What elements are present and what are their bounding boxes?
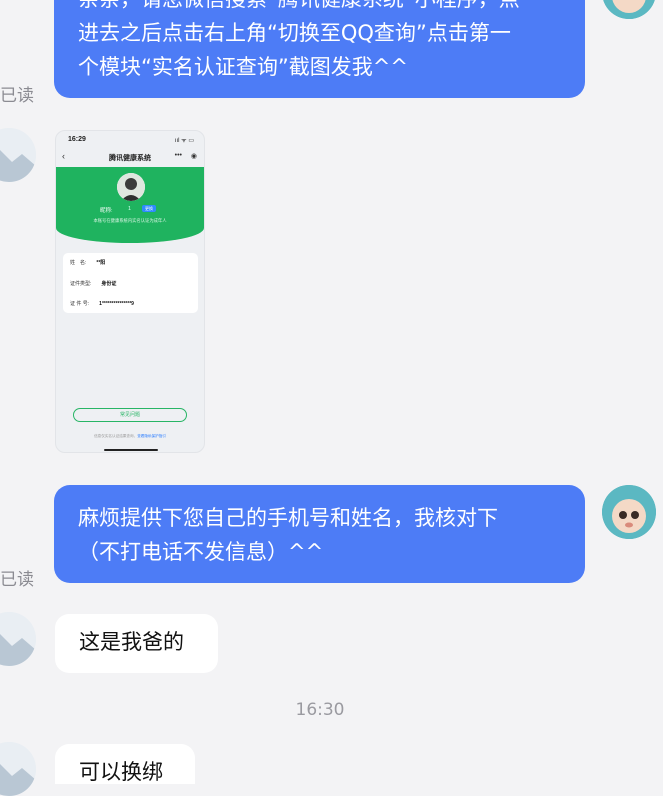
timestamp-divider: 16:30 — [295, 700, 345, 720]
cartoon-avatar-icon — [602, 485, 656, 539]
more-dots-icon: ••• — [174, 152, 182, 159]
banner-description: 本账号在健康系统内实名认证为成年人 — [93, 218, 167, 223]
mountain-avatar-icon — [0, 128, 36, 182]
message-text-line: 麻烦提供下您自己的手机号和姓名，我核对下 — [78, 506, 498, 530]
nickname-value: 1 — [128, 206, 132, 212]
message-text-line: 亲亲，请您微信搜索“腾讯健康系统”小程序，点 — [78, 0, 561, 16]
mountain-avatar-icon — [0, 742, 36, 796]
message-text-line: （不打电话不发信息）^^ — [78, 540, 324, 564]
outgoing-message-bubble[interactable]: 麻烦提供下您自己的手机号和姓名，我核对下 （不打电话不发信息）^^ — [54, 485, 585, 583]
read-status: 已读 — [0, 86, 34, 106]
field-row: 证 件 号: 1***************9 — [70, 300, 134, 307]
message-text-line: 个模块“实名认证查询”截图发我^^ — [78, 55, 408, 79]
status-icons: ııl ᯤ ▭ — [174, 138, 194, 144]
image-message-screenshot[interactable]: 16:29 ııl ᯤ ▭ ‹ 腾讯健康系统 ••• ◉ 昵称: 1 更换 本账… — [55, 130, 205, 453]
footer-note: 信息仅实名认证结果查询，查看隐私保护指引 — [56, 434, 204, 439]
nickname-label: 昵称: — [100, 208, 113, 214]
field-value: **阳 — [96, 260, 106, 266]
message-text: 这是我爸的 — [79, 630, 184, 654]
my-avatar[interactable] — [602, 485, 656, 539]
field-row: 姓 名: **阳 — [70, 259, 105, 266]
info-card: 姓 名: **阳 证件类型: 身份证 证 件 号: 1***************9 — [63, 253, 198, 313]
mini-app-nav: ‹ 腾讯健康系统 ••• ◉ — [56, 151, 204, 167]
message-text-line: 进去之后点击右上角“切换至QQ查询”点击第一 — [78, 21, 511, 45]
read-status: 已读 — [0, 570, 34, 590]
person-photo-icon — [117, 173, 145, 201]
status-time: 16:29 — [68, 136, 86, 143]
field-label: 证件类型: — [70, 281, 92, 287]
faq-label: 常见问题 — [119, 412, 140, 418]
outgoing-message-bubble[interactable]: 亲亲，请您微信搜索“腾讯健康系统”小程序，点 进去之后点击右上角“切换至QQ查询… — [54, 0, 585, 98]
change-badge: 更换 — [142, 205, 156, 212]
profile-photo — [117, 173, 145, 201]
field-label: 姓 名: — [70, 260, 87, 266]
incoming-message-bubble[interactable]: 这是我爸的 — [55, 614, 218, 673]
cartoon-avatar-icon — [603, 0, 655, 19]
mountain-avatar-icon — [0, 612, 36, 666]
close-circle-icon: ◉ — [190, 153, 197, 160]
home-indicator — [104, 449, 158, 451]
my-avatar[interactable] — [602, 0, 656, 19]
field-row: 证件类型: 身份证 — [70, 280, 116, 287]
footer-text: 信息仅实名认证结果查询， — [94, 434, 138, 438]
contact-avatar[interactable] — [0, 128, 36, 182]
contact-avatar[interactable] — [0, 742, 36, 796]
field-value: 1***************9 — [99, 301, 134, 307]
privacy-link: 查看隐私保护指引 — [137, 434, 166, 438]
incoming-message-bubble[interactable]: 可以换绑 — [55, 744, 195, 784]
field-label: 证 件 号: — [70, 301, 90, 307]
contact-avatar[interactable] — [0, 612, 36, 666]
faq-button: 常见问题 — [73, 408, 187, 422]
message-text: 可以换绑 — [79, 760, 163, 784]
field-value: 身份证 — [101, 281, 117, 287]
